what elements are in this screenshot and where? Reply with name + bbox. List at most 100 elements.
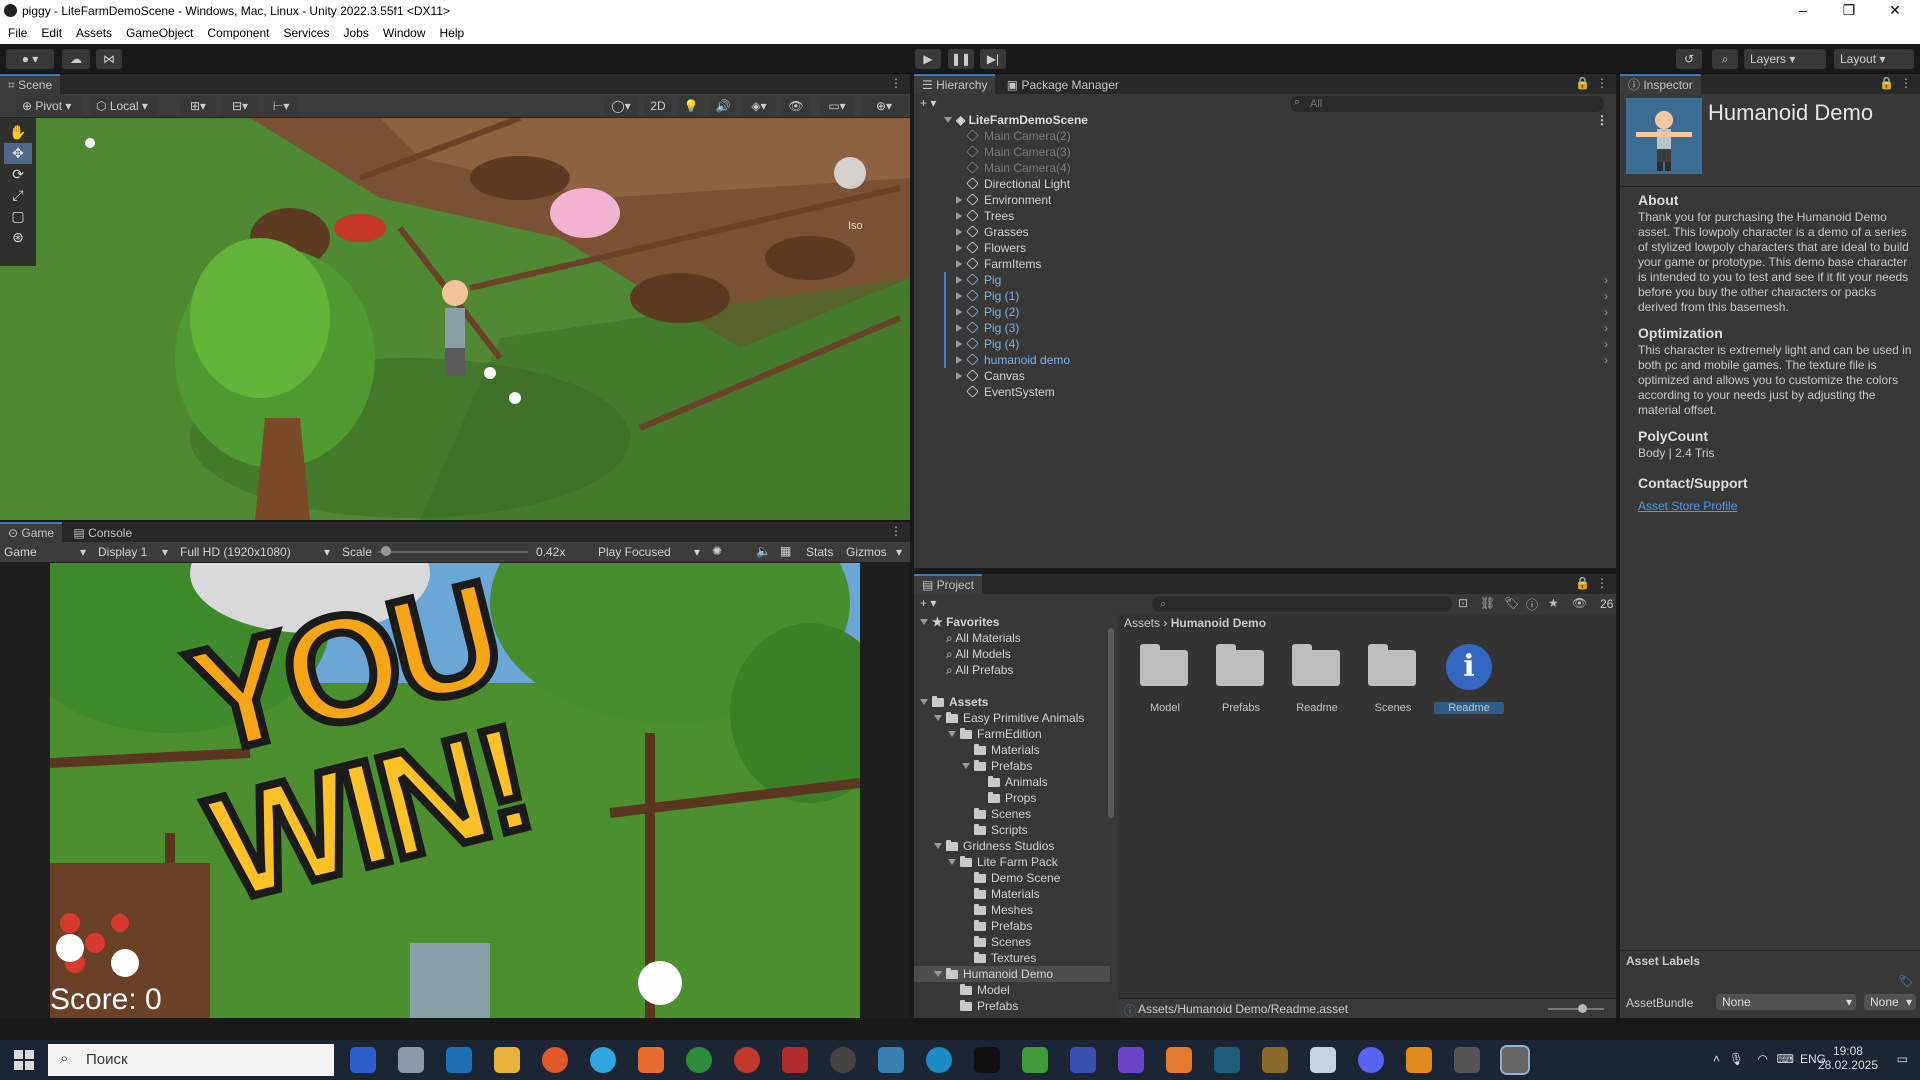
expand-arrow-icon[interactable] xyxy=(956,324,962,332)
wifi-icon[interactable]: ◠ xyxy=(1758,1052,1768,1066)
project-add-button[interactable]: + ▾ xyxy=(920,596,936,610)
pivot-dropdown[interactable]: ⊕ Pivot ▾ xyxy=(16,96,82,116)
project-tree-item[interactable]: Model xyxy=(914,982,1110,998)
play-focused-dropdown[interactable]: Play Focused ▾ xyxy=(598,545,702,559)
favorite-star-icon[interactable]: ★ xyxy=(1548,596,1559,610)
menu-help[interactable]: Help xyxy=(440,26,465,40)
expand-arrow-icon[interactable] xyxy=(956,196,962,204)
scene-menu-dots-icon[interactable]: ⋮ xyxy=(1596,112,1608,128)
tab-package-manager[interactable]: ▣ Package Manager xyxy=(999,75,1127,95)
hierarchy-item[interactable]: Pig › xyxy=(914,272,1616,288)
assetbundle-variant-dropdown[interactable]: None ▾ xyxy=(1864,994,1916,1010)
taskbar-app-icon[interactable] xyxy=(1310,1047,1336,1073)
taskbar-app-icon[interactable] xyxy=(926,1047,952,1073)
search-by-type-icon[interactable]: ⊡ xyxy=(1458,596,1468,610)
pause-button[interactable]: ❚❚ xyxy=(948,49,974,69)
expand-arrow-icon[interactable] xyxy=(956,228,962,236)
project-tree-item[interactable]: ★ Favorites xyxy=(914,614,1110,630)
draw-mode-icon[interactable]: ◯▾ xyxy=(604,96,638,116)
taskbar-app-icon[interactable] xyxy=(1262,1047,1288,1073)
expand-arrow-icon[interactable] xyxy=(956,276,962,284)
scale-slider[interactable] xyxy=(378,546,528,556)
game-menu-icon[interactable]: ⋮ xyxy=(890,524,902,538)
icon-size-slider[interactable] xyxy=(1548,1004,1604,1013)
tab-console[interactable]: ▤ Console xyxy=(65,523,140,543)
taskbar-app-icon[interactable] xyxy=(734,1047,760,1073)
stats-grid-icon[interactable]: ▦ xyxy=(780,544,791,558)
breadcrumb-assets[interactable]: Assets xyxy=(1124,616,1160,630)
tab-scene[interactable]: ⌗ Scene xyxy=(0,74,61,94)
expand-icon[interactable] xyxy=(944,117,952,123)
breadcrumb-current[interactable]: Humanoid Demo xyxy=(1171,616,1266,630)
project-tree-item[interactable]: Scenes xyxy=(914,934,1110,950)
2d-toggle[interactable]: 2D xyxy=(644,96,672,116)
hierarchy-item[interactable]: Flowers xyxy=(914,240,1616,256)
taskbar-app-icon[interactable] xyxy=(974,1047,1000,1073)
hierarchy-item[interactable]: FarmItems xyxy=(914,256,1616,272)
taskbar-app-icon[interactable] xyxy=(830,1047,856,1073)
open-prefab-icon[interactable]: › xyxy=(1604,352,1608,368)
taskbar-app-icon[interactable] xyxy=(686,1047,712,1073)
hierarchy-item[interactable]: Main Camera(2) xyxy=(914,128,1616,144)
tab-inspector[interactable]: ⓘ Inspector xyxy=(1620,74,1701,94)
project-tree-item[interactable]: Gridness Studios xyxy=(914,838,1110,854)
scene-gizmo-label[interactable]: Iso xyxy=(848,220,863,232)
hierarchy-item[interactable]: Trees xyxy=(914,208,1616,224)
expand-arrow-icon[interactable] xyxy=(956,292,962,300)
expand-arrow-icon[interactable] xyxy=(962,763,970,769)
menu-gameobject[interactable]: GameObject xyxy=(126,26,193,40)
expand-arrow-icon[interactable] xyxy=(920,619,928,625)
open-prefab-icon[interactable]: › xyxy=(1604,320,1608,336)
expand-arrow-icon[interactable] xyxy=(934,715,942,721)
hierarchy-item[interactable]: Pig (4) › xyxy=(914,336,1616,352)
menu-file[interactable]: File xyxy=(8,26,27,40)
expand-arrow-icon[interactable] xyxy=(948,731,956,737)
audio-icon[interactable]: 🔊 xyxy=(710,96,736,116)
hierarchy-item[interactable]: EventSystem xyxy=(914,384,1616,400)
game-mode-dropdown[interactable]: Game ▾ xyxy=(4,545,88,559)
transform-tool-icon[interactable]: ⊛ xyxy=(4,227,32,248)
hierarchy-search-input[interactable]: All xyxy=(1290,96,1604,112)
project-tree-item[interactable]: ⌕ All Materials xyxy=(914,630,1110,646)
hierarchy-menu-icon[interactable]: ⋮ xyxy=(1596,76,1608,90)
gizmos-dropdown-icon[interactable]: ▾ xyxy=(896,545,902,559)
project-tree-item[interactable]: Prefabs xyxy=(914,998,1110,1014)
inspector-lock-icon[interactable]: 🔒 xyxy=(1879,76,1894,90)
taskbar-app-icon[interactable] xyxy=(1406,1047,1432,1073)
project-tree-item[interactable]: Scenes xyxy=(914,806,1110,822)
taskbar-app-icon[interactable] xyxy=(350,1047,376,1073)
resolution-dropdown[interactable]: Full HD (1920x1080) ▾ xyxy=(180,545,332,559)
taskbar-search-input[interactable]: Поиск xyxy=(48,1044,334,1076)
taskbar-firefox-icon[interactable] xyxy=(542,1047,568,1073)
open-prefab-icon[interactable]: › xyxy=(1604,304,1608,320)
tag-filter-icon[interactable]: 🏷 xyxy=(1504,596,1519,610)
tab-hierarchy[interactable]: ☰ Hierarchy xyxy=(914,74,996,94)
hierarchy-item[interactable]: Environment xyxy=(914,192,1616,208)
project-tree-item[interactable]: Textures xyxy=(914,950,1110,966)
increment-snap-icon[interactable]: ⊢▾ xyxy=(264,96,298,116)
project-tree-item[interactable]: ⌕ All Models xyxy=(914,646,1110,662)
expand-arrow-icon[interactable] xyxy=(948,859,956,865)
project-tree-item[interactable]: Materials xyxy=(914,742,1110,758)
keyboard-icon[interactable]: ⌨ xyxy=(1777,1052,1794,1066)
search-by-label-icon[interactable]: ⛓ xyxy=(1480,596,1495,610)
label-tag-icon[interactable]: 🏷 xyxy=(1898,974,1913,988)
project-tree-item[interactable]: Humanoid Demo xyxy=(914,966,1110,982)
menu-edit[interactable]: Edit xyxy=(41,26,62,40)
project-tree-item[interactable]: Meshes xyxy=(914,902,1110,918)
asset-store-profile-link[interactable]: Asset Store Profile xyxy=(1638,499,1914,513)
menu-window[interactable]: Window xyxy=(383,26,426,40)
inspector-menu-icon[interactable]: ⋮ xyxy=(1900,76,1912,90)
history-icon[interactable]: ↺ xyxy=(1676,49,1702,69)
minimize-button[interactable]: – xyxy=(1780,0,1826,22)
rotate-tool-icon[interactable]: ⟳ xyxy=(4,164,32,185)
expand-arrow-icon[interactable] xyxy=(956,244,962,252)
maximize-button[interactable]: ❐ xyxy=(1826,0,1872,22)
project-lock-icon[interactable]: 🔒 xyxy=(1575,576,1590,590)
display-dropdown[interactable]: Display 1 ▾ xyxy=(98,545,170,559)
layout-dropdown[interactable]: Layout ▾ xyxy=(1834,49,1914,69)
scene-root-row[interactable]: ◈ LiteFarmDemoScene ⋮ xyxy=(914,112,1616,128)
scene-view[interactable]: ✋ ✥ ⟳ ⤢ ▢ ⊛ Iso xyxy=(0,118,910,520)
taskbar-app-icon[interactable] xyxy=(782,1047,808,1073)
project-tree-scrollbar[interactable] xyxy=(1108,620,1116,1000)
